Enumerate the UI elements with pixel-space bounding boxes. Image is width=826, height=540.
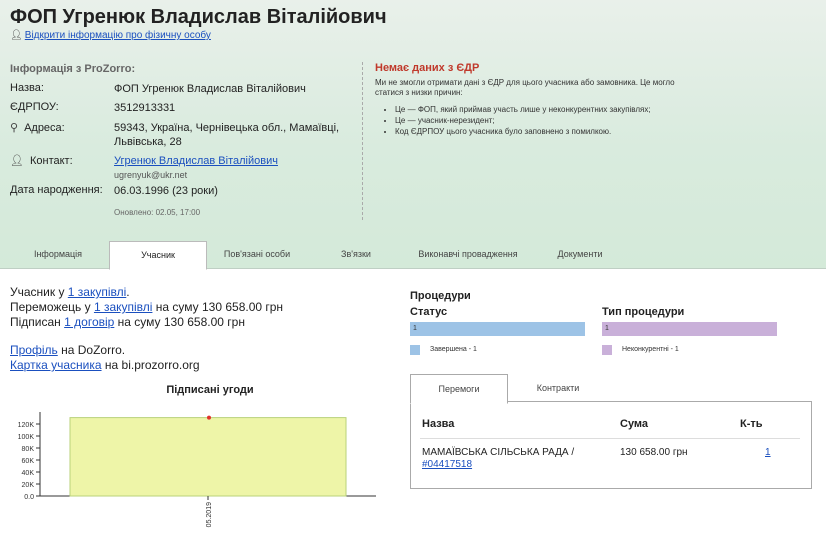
- field-birth-value: 06.03.1996 (23 роки): [114, 185, 218, 197]
- summary-text: .: [126, 285, 130, 299]
- status-bar[interactable]: 1: [410, 322, 585, 336]
- contact-email: ugrenyuk@ukr.net: [114, 170, 188, 180]
- status-legend-swatch: [410, 345, 420, 355]
- field-contact-label: 👤︎ Контакт:: [10, 154, 120, 167]
- tab-wins[interactable]: Перемоги: [410, 374, 508, 404]
- summary-text: на суму 130 658.00 грн: [114, 315, 245, 329]
- y-tick-label: 100K: [18, 434, 35, 441]
- chart-title: Підписані угоди: [166, 384, 254, 396]
- dozorro-profile-link[interactable]: Профіль: [10, 343, 58, 357]
- field-contact-label-text: Контакт:: [29, 155, 73, 167]
- data-bar: [69, 417, 347, 497]
- table-row-sum: 130 658.00 грн: [620, 447, 688, 458]
- profile-line: Профіль на DoZorro.: [10, 343, 125, 358]
- procedures-title: Процедури: [410, 290, 471, 302]
- summary-text: Підписан: [10, 315, 65, 329]
- person-icon: 👤︎: [10, 30, 23, 41]
- wins-contracts-panel: [410, 401, 812, 489]
- bi-card-line: Картка учасника на bi.prozorro.org: [10, 358, 200, 373]
- prozorro-section-title: Інформація з ProZorro:: [10, 63, 136, 75]
- open-person-info: 👤︎ Відкрити інформацію про фізичну особу: [10, 30, 211, 41]
- contact-name-link[interactable]: Угренюк Владислав Віталійович: [114, 155, 278, 167]
- table-row-name: МАМАЇВСЬКА СІЛЬСЬКА РАДА / #04417518: [422, 447, 612, 471]
- y-tick-label: 60K: [22, 458, 35, 465]
- map-pin-icon: ⚲: [10, 122, 19, 134]
- tenders-link[interactable]: 1 закупівлі: [68, 285, 127, 299]
- col-header-sum: Сума: [620, 418, 649, 430]
- procedure-type-bar[interactable]: 1: [602, 322, 777, 336]
- person-icon: 👤︎: [10, 155, 24, 167]
- field-name-value: ФОП Угренюк Владислав Віталійович: [114, 83, 306, 95]
- signed-deals-chart: 0.0 20K 40K 60K 80K 100K 120K 05.2019: [18, 412, 376, 527]
- edr-reason: Код ЄДРПОУ цього учасника було заповнено…: [395, 126, 715, 137]
- table-divider: [420, 438, 800, 439]
- field-contact-value: Угренюк Владислав Віталійович ugrenyuk@u…: [114, 154, 364, 182]
- buyer-code-link[interactable]: #04417518: [422, 459, 472, 470]
- col-header-count: К-ть: [740, 418, 763, 430]
- edr-warning-title: Немає даних з ЄДР: [375, 62, 480, 74]
- tab-related-persons[interactable]: Пов'язані особи: [206, 241, 308, 268]
- field-address-label-text: Адреса:: [24, 122, 65, 134]
- edr-reason: Це — учасник-нерезидент;: [395, 115, 715, 126]
- summary-winner: Переможець у 1 закупівлі на суму 130 658…: [10, 300, 283, 315]
- y-tick-label: 40K: [22, 470, 35, 477]
- updated-timestamp: Оновлено: 02.05, 17:00: [114, 208, 201, 217]
- type-legend-swatch: [602, 345, 612, 355]
- x-tick-label: 05.2019: [206, 502, 213, 527]
- summary-text: на суму 130 658.00 грн: [152, 300, 284, 314]
- y-tick-label: 20K: [22, 482, 35, 489]
- tab-information[interactable]: Інформація: [0, 241, 116, 268]
- edr-warning-text: Ми не змогли отримати дані з ЄДР для цьо…: [375, 78, 675, 97]
- procedure-type-title: Тип процедури: [602, 306, 685, 318]
- contracts-link[interactable]: 1 договір: [64, 315, 114, 329]
- summary-text: Переможець у: [10, 300, 94, 314]
- tab-contracts[interactable]: Контракти: [510, 374, 606, 402]
- summary-participant: Учасник у 1 закупівлі.: [10, 285, 130, 300]
- entity-header: ФОП Угренюк Владислав Віталійович 👤︎ Від…: [0, 0, 826, 268]
- status-title: Статус: [410, 306, 448, 318]
- field-birth-label: Дата народження:: [10, 184, 103, 196]
- tab-enforcement[interactable]: Виконавчі провадження: [400, 241, 536, 268]
- status-legend-label: Завершена - 1: [430, 346, 477, 353]
- page-title: ФОП Угренюк Владислав Віталійович: [10, 6, 387, 28]
- tab-connections[interactable]: Зв'язки: [316, 241, 396, 268]
- edr-reasons-list: Це — ФОП, який приймав участь лише у нек…: [395, 104, 715, 137]
- won-tenders-link[interactable]: 1 закупівлі: [94, 300, 153, 314]
- field-name-label: Назва:: [10, 82, 44, 94]
- type-legend-label: Неконкурентні - 1: [622, 346, 679, 353]
- summary-text: на bi.prozorro.org: [101, 358, 200, 372]
- open-person-info-link[interactable]: Відкрити інформацію про фізичну особу: [25, 30, 211, 41]
- field-address-value: 59343, Україна, Чернівецька обл., Мамаїв…: [114, 122, 340, 148]
- buyer-name: МАМАЇВСЬКА СІЛЬСЬКА РАДА /: [422, 447, 575, 458]
- field-edrpou-label: ЄДРПОУ:: [10, 101, 59, 113]
- main-tabs: Інформація Учасник Пов'язані особи Зв'яз…: [0, 241, 826, 270]
- summary-text: на DoZorro.: [57, 343, 126, 357]
- summary-contracts: Підписан 1 договір на суму 130 658.00 гр…: [10, 315, 245, 330]
- summary-text: Учасник у: [10, 285, 68, 299]
- edr-reason: Це — ФОП, який приймав участь лише у нек…: [395, 104, 715, 115]
- y-tick-label: 80K: [22, 446, 35, 453]
- table-row-count-link[interactable]: 1: [765, 447, 771, 459]
- field-address-label: ⚲ Адреса:: [10, 121, 120, 134]
- divider: [362, 62, 364, 220]
- y-tick-label: 120K: [18, 422, 35, 429]
- col-header-name: Назва: [422, 418, 455, 430]
- tab-documents[interactable]: Документи: [540, 241, 620, 268]
- tab-participant[interactable]: Учасник: [109, 241, 207, 270]
- bi-card-link[interactable]: Картка учасника: [10, 358, 102, 372]
- y-tick-label: 0.0: [24, 494, 34, 501]
- data-point: [207, 415, 211, 420]
- field-edrpou-value: 3512913331: [114, 102, 176, 114]
